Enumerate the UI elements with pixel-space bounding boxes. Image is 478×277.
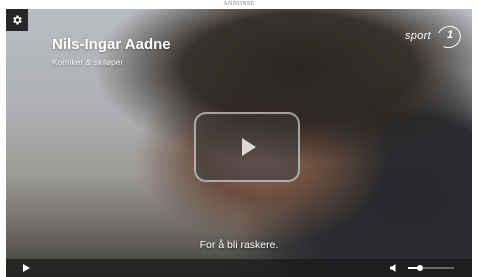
video-player[interactable]: Nils-Ingar Aadne Komiker & skiløper spor…: [6, 9, 472, 277]
play-icon[interactable]: [23, 264, 30, 272]
person-name: Nils-Ingar Aadne: [52, 36, 171, 53]
big-play-button[interactable]: [194, 112, 300, 182]
person-role: Komiker & skiløper: [52, 57, 124, 67]
control-bar: [6, 259, 472, 277]
sport1-logo: sport 1: [404, 22, 465, 52]
play-icon: [242, 138, 256, 156]
volume-slider[interactable]: [408, 265, 454, 271]
speaker-icon[interactable]: [389, 263, 399, 273]
gear-icon: [13, 15, 22, 25]
ad-label: ANNONSE: [223, 1, 255, 7]
volume-knob[interactable]: [416, 265, 423, 271]
logo-number: 1: [447, 29, 454, 41]
settings-button[interactable]: [6, 9, 28, 31]
subtitle-caption: For å bli raskere.: [199, 239, 279, 251]
logo-text: sport: [405, 30, 431, 42]
